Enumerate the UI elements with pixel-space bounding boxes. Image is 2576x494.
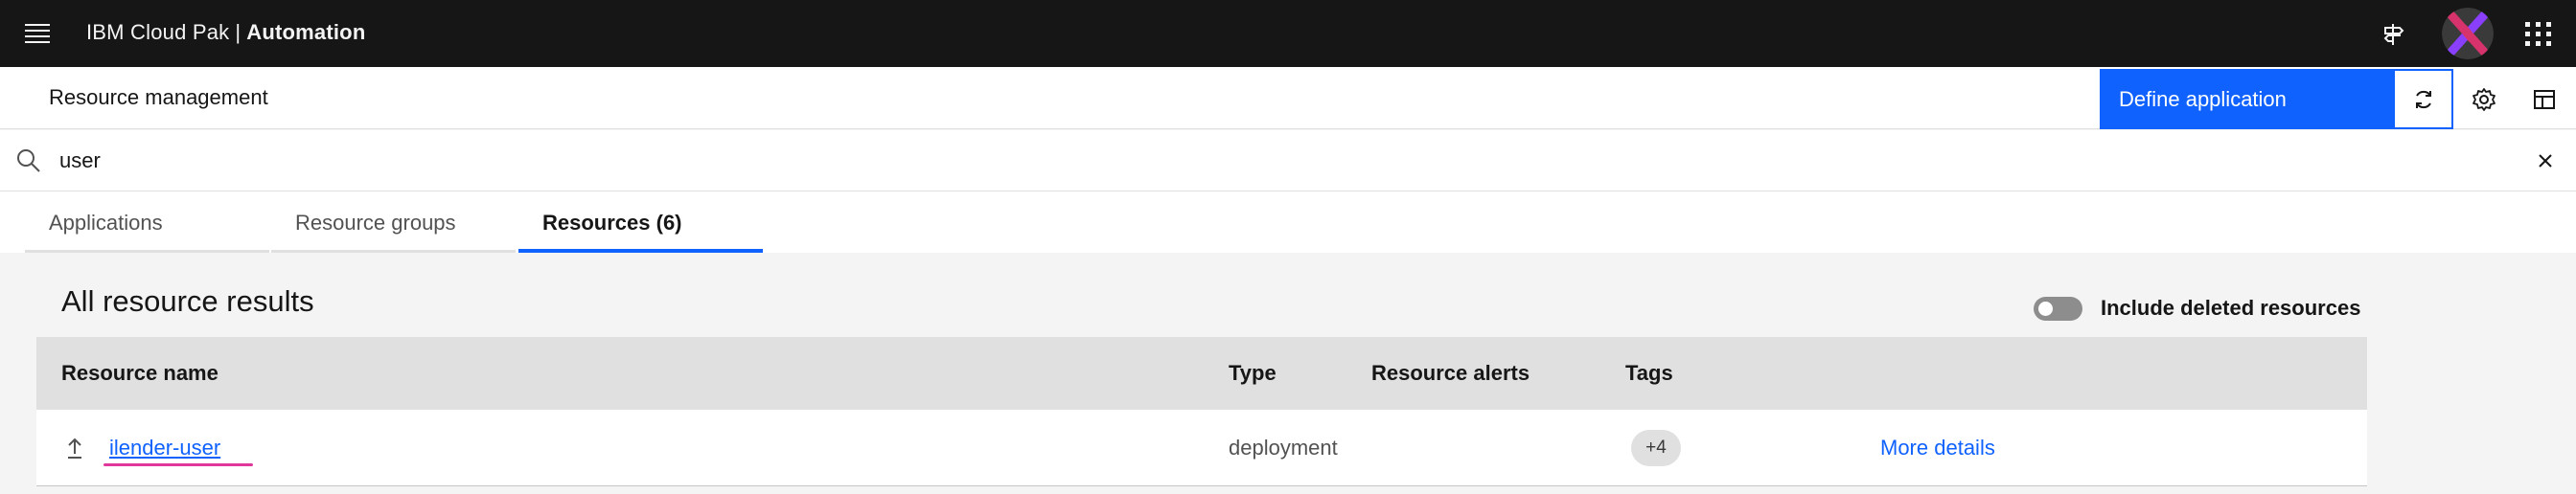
tab-applications[interactable]: Applications (25, 191, 269, 253)
brand-separator: | (235, 20, 242, 44)
top-header: IBM Cloud Pak | Automation (0, 0, 2576, 67)
tab-resource-groups[interactable]: Resource groups (271, 191, 516, 253)
search-bar (0, 130, 2576, 191)
column-resource-name[interactable]: Resource name (61, 337, 218, 410)
table-header: Resource name Type Resource alerts Tags (36, 337, 2367, 410)
link-highlight (104, 463, 253, 466)
page-title: Resource management (49, 85, 268, 109)
column-tags[interactable]: Tags (1625, 337, 1673, 410)
refresh-icon (2415, 90, 2431, 108)
resource-type: deployment (1229, 436, 1338, 460)
deployment-icon (68, 438, 81, 459)
results-title: All resource results (61, 284, 314, 318)
include-deleted-toggle[interactable] (2034, 297, 2082, 321)
toggle-knob (2038, 302, 2053, 316)
brand-prefix: IBM Cloud Pak (86, 20, 230, 44)
brand-product: Automation (246, 20, 366, 44)
refresh-button[interactable] (2393, 69, 2453, 129)
clear-search-button[interactable] (2530, 146, 2561, 176)
tab-list: Applications Resource groups Resources (… (0, 191, 2576, 253)
resources-table: Resource name Type Resource alerts Tags … (36, 337, 2367, 486)
search-input[interactable] (59, 142, 2455, 180)
app-brand[interactable]: IBM Cloud Pak | Automation (86, 18, 365, 47)
layout-button[interactable] (2514, 69, 2574, 129)
resource-name-link[interactable]: ilender-user (109, 410, 220, 486)
settings-button[interactable] (2453, 69, 2514, 129)
signpost-icon[interactable] (2369, 10, 2417, 57)
column-type[interactable]: Type (1229, 337, 1276, 410)
search-icon (17, 149, 40, 172)
tab-resources[interactable]: Resources (6) (518, 191, 763, 253)
tags-count-badge[interactable]: +4 (1631, 430, 1681, 466)
avatar[interactable] (2442, 8, 2494, 59)
include-deleted-label: Include deleted resources (2101, 296, 2361, 320)
more-details-link[interactable]: More details (1880, 410, 1995, 486)
layout-icon (2533, 89, 2555, 109)
close-icon (2539, 154, 2552, 168)
table-row: ilender-user deployment +4 More details (36, 410, 2367, 486)
column-resource-alerts[interactable]: Resource alerts (1371, 337, 1530, 410)
settings-icon (2472, 87, 2496, 111)
app-switcher-icon[interactable] (2515, 10, 2563, 57)
menu-icon[interactable] (19, 16, 54, 51)
define-application-button[interactable]: Define application (2100, 69, 2393, 129)
